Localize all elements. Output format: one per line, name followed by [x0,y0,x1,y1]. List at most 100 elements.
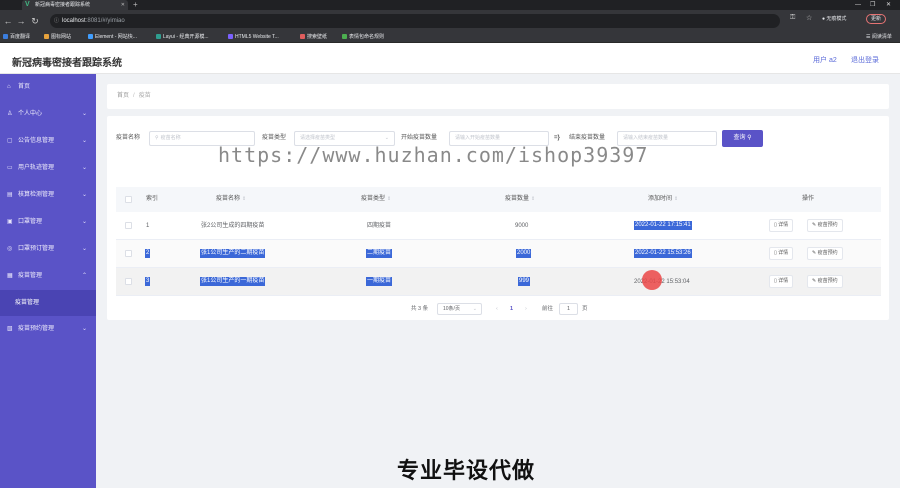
bookmark-item[interactable]: 图标网站 [44,32,71,43]
bookmark-label: 图标网站 [51,34,72,40]
bookmark-label: Element - 网站快... [95,34,137,40]
select-all-checkbox[interactable] [125,196,132,203]
mouse-cursor-highlight [642,270,662,290]
window-close-icon[interactable]: ✕ [886,0,891,10]
browser-titlebar: V 新冠病毒密接者跟踪系统 ✕ + — ❐ ✕ [0,0,900,10]
bookmark-item[interactable]: 百度翻译 [3,32,30,43]
new-tab-icon[interactable]: + [133,0,138,10]
minimize-icon[interactable]: — [855,0,861,10]
row-checkbox[interactable] [125,250,132,257]
document-icon: ▯ [774,278,777,284]
maximize-icon[interactable]: ❐ [870,0,875,10]
table-row: 2 张1公司生产的二期疫苗 二期疫苗 2000 2022-01-22 15:53… [116,240,881,268]
bookmark-icon [228,34,233,39]
bookmark-item[interactable]: 搜索壁纸 [300,32,327,43]
key-icon[interactable]: ⚿ [790,14,795,22]
breadcrumb-home[interactable]: 首页 [117,93,129,99]
back-icon[interactable]: ← [2,15,14,27]
row-checkbox[interactable] [125,278,132,285]
page-size-select[interactable]: 10条/页 ⌄ [437,303,482,315]
detail-button[interactable]: ▯ 详情 [769,219,794,232]
page-number-current[interactable]: 1 [510,303,513,315]
sidebar-item-label: 核算检测管理 [18,192,55,198]
cell-index: 1 [146,223,150,229]
track-icon: ▭ [7,165,13,171]
column-type-label: 疫苗类型 [361,196,386,202]
column-time-label: 添加时间 [648,196,673,202]
bookmark-item[interactable]: 表情包命名规则 [342,32,384,43]
chevron-down-icon: ⌄ [81,192,87,198]
reload-icon[interactable]: ↻ [29,15,41,27]
sidebar-item-label: 疫苗预约管理 [18,326,55,332]
cell-time: 2022-01-22 15:53:26 [634,249,692,258]
info-icon[interactable]: ⓘ [54,14,59,28]
column-name-label: 疫苗名称 [216,196,241,202]
type-placeholder: 请选择疫苗类型 [300,135,336,141]
cell-count: 9000 [515,223,529,229]
star-icon[interactable]: ☆ [806,14,812,22]
sidebar-item-label: 疫苗管理 [18,273,43,279]
url-field[interactable]: ⓘ localhost:8081/#/yimiao [50,14,780,28]
sort-icon[interactable]: ⇕ [531,196,535,202]
sidebar-item-profile[interactable]: ♙ 个人中心 ⌄ [0,101,96,128]
prev-page-button[interactable]: ‹ [496,303,498,315]
browser-tab[interactable]: V 新冠病毒密接者跟踪系统 ✕ [22,0,128,10]
watermark: https://www.huzhan.com/ishop39397 [218,143,649,167]
appointment-button[interactable]: ✎ 疫苗预约 [807,247,843,260]
column-count[interactable]: 疫苗数量 ⇕ [505,187,535,212]
page-size-value: 10条/页 [443,306,460,312]
forward-icon[interactable]: → [15,15,27,27]
bookmark-item[interactable]: Layui - 经典开源模... [156,32,209,43]
next-page-button[interactable]: › [525,303,527,315]
detail-button[interactable]: ▯ 详情 [769,247,794,260]
column-type[interactable]: 疫苗类型 ⇕ [361,187,391,212]
table-header: 索引 疫苗名称 ⇕ 疫苗类型 ⇕ 疫苗数量 ⇕ 添加时间 ⇕ 操作 [116,187,881,212]
appointment-button[interactable]: ✎ 疫苗预约 [807,219,843,232]
chevron-up-icon: ⌃ [81,273,87,279]
sidebar-item-home[interactable]: ⌂ 首页 [0,74,96,101]
appointment-button[interactable]: ✎ 疫苗预约 [807,275,843,288]
row-checkbox[interactable] [125,222,132,229]
sidebar-item-track[interactable]: ▭ 用户轨迹管理 ⌄ [0,155,96,182]
sort-icon[interactable]: ⇕ [242,196,246,202]
sidebar-item-vaccine-appointment[interactable]: ▧ 疫苗预约管理 ⌄ [0,316,96,343]
incognito-icon: ● [822,16,826,22]
current-user[interactable]: 用户 a2 [813,55,837,65]
sort-icon[interactable]: ⇕ [674,196,678,202]
bookmark-item[interactable]: Element - 网站快... [88,32,137,43]
goto-page-input[interactable]: 1 [559,303,578,315]
sidebar-item-label: 用户轨迹管理 [18,165,55,171]
column-time[interactable]: 添加时间 ⇕ [648,187,678,212]
search-button[interactable]: 查询 ⚲ [722,130,763,147]
document-icon: ▯ [774,250,777,256]
column-name[interactable]: 疫苗名称 ⇕ [216,187,246,212]
logout-link[interactable]: 退出登录 [851,55,879,65]
address-bar: ← → ↻ ⓘ localhost:8081/#/yimiao ⚿ ☆ ● 无痕… [0,10,900,32]
edit-icon: ✎ [812,222,817,228]
bookmark-icon [3,34,8,39]
sidebar-item-notice[interactable]: ▢ 公告信息管理 ⌄ [0,128,96,155]
update-button[interactable]: 更新 [866,14,887,24]
mask-icon: ▣ [7,219,13,225]
cell-count: 2000 [516,249,532,258]
notice-icon: ▢ [7,138,13,144]
home-icon: ⌂ [7,84,11,90]
sort-icon[interactable]: ⇕ [387,196,391,202]
detail-button[interactable]: ▯ 详情 [769,275,794,288]
bookmark-label: Layui - 经典开源模... [163,34,209,40]
sidebar-item-test[interactable]: ▤ 核算检测管理 ⌄ [0,182,96,209]
end-count-placeholder: 请输入结束疫苗数量 [623,135,669,141]
bookmark-item[interactable]: HTML5 Website T... [228,32,279,43]
incognito-indicator[interactable]: ● 无痕模式 [822,15,846,22]
reading-list[interactable]: ☰ 阅读清单 [866,32,892,43]
sidebar-item-vaccine[interactable]: ▦ 疫苗管理 ⌃ [0,263,96,290]
appointment-icon: ▧ [7,326,13,332]
search-icon: ⚲ [747,135,752,141]
bookmark-label: HTML5 Website T... [235,34,279,40]
sidebar-item-mask-order[interactable]: ◎ 口罩预订管理 ⌄ [0,236,96,263]
bookmarks-bar: 百度翻译 图标网站 Element - 网站快... Layui - 经典开源模… [0,32,900,43]
sidebar-item-mask[interactable]: ▣ 口罩管理 ⌄ [0,209,96,236]
bookmark-label: 百度翻译 [10,34,31,40]
tab-close-icon[interactable]: ✕ [121,0,125,10]
url-path: :8081/#/yimiao [85,18,125,24]
